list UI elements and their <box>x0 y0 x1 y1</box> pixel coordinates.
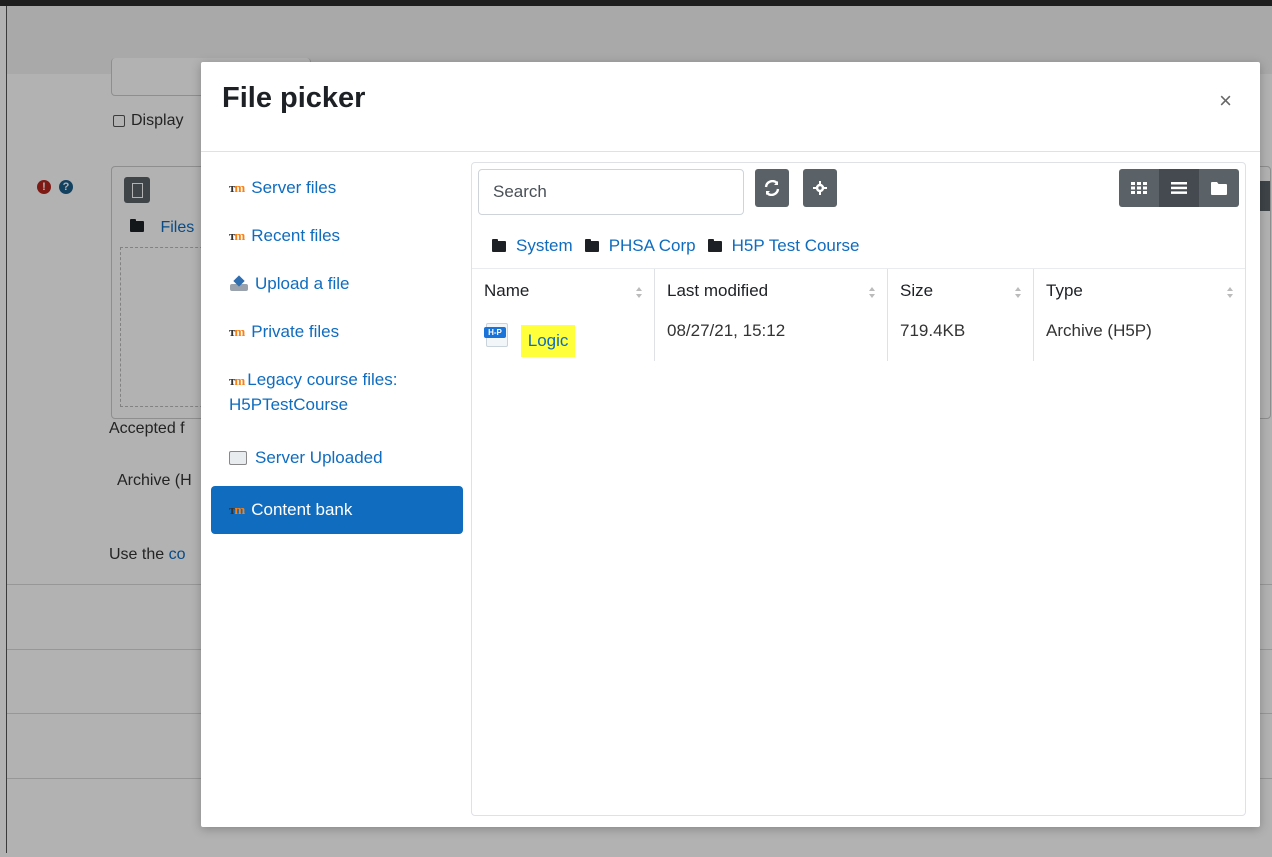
folder-view-button[interactable] <box>1199 169 1239 207</box>
last-modified-cell: 08/27/21, 15:12 <box>654 315 887 361</box>
sidebar-item-server-uploaded[interactable]: Server Uploaded <box>211 436 463 484</box>
sidebar-item-label: Private files <box>251 322 340 341</box>
breadcrumb-item[interactable]: PHSA Corp <box>584 236 696 256</box>
view-switcher <box>1119 169 1239 207</box>
breadcrumb-item[interactable]: System <box>492 236 573 256</box>
column-header-type[interactable]: Type <box>1033 269 1245 315</box>
list-view-icon <box>1171 182 1187 194</box>
sidebar-item-label: Content bank <box>251 500 353 519</box>
folder-icon <box>707 238 722 252</box>
breadcrumb-item[interactable]: H5P Test Course <box>707 236 860 256</box>
breadcrumb: System PHSA Corp H5P Test Course <box>492 236 864 256</box>
moodle-icon: ᴛm <box>229 502 245 517</box>
type-cell: Archive (H5P) <box>1033 315 1245 361</box>
dialog-header: File picker × <box>201 62 1260 152</box>
file-picker-dialog: File picker × ᴛm Server files ᴛm Recent … <box>201 62 1260 827</box>
file-name-cell: H-P Logic <box>472 315 654 361</box>
column-header-name[interactable]: Name <box>472 269 654 315</box>
folder-icon <box>492 238 506 252</box>
refresh-icon <box>764 180 780 196</box>
gear-icon <box>813 181 827 195</box>
sidebar-item-server-files[interactable]: ᴛm Server files <box>211 166 463 214</box>
list-view-button[interactable] <box>1159 169 1199 207</box>
h5p-file-icon: H-P <box>484 321 510 349</box>
sidebar-item-label: Server Uploaded <box>255 448 383 467</box>
server-icon <box>229 451 247 465</box>
size-cell: 719.4KB <box>887 315 1033 361</box>
settings-button[interactable] <box>803 169 837 207</box>
sidebar-item-private-files[interactable]: ᴛm Private files <box>211 310 463 358</box>
column-header-size[interactable]: Size <box>887 269 1033 315</box>
sort-icon <box>869 287 875 299</box>
repository-sidebar: ᴛm Server files ᴛm Recent files Upload a… <box>211 166 463 534</box>
table-row[interactable]: H-P Logic 08/27/21, 15:12 719.4KB Archiv… <box>472 315 1245 361</box>
table-header-row: Name Last modified Size Type <box>472 269 1245 315</box>
moodle-icon: ᴛm <box>229 324 245 339</box>
column-header-last-modified[interactable]: Last modified <box>654 269 887 315</box>
sidebar-item-label: ᴛm Legacy course files: H5PTestCourse <box>229 370 398 414</box>
file-browser-panel: System PHSA Corp H5P Test Course Name <box>471 162 1246 816</box>
file-toolbar: System PHSA Corp H5P Test Course <box>472 163 1245 269</box>
sort-icon <box>1015 287 1021 299</box>
sort-icon <box>1227 287 1233 299</box>
refresh-button[interactable] <box>755 169 789 207</box>
sidebar-item-label: Recent files <box>251 226 341 245</box>
grid-view-button[interactable] <box>1119 169 1159 207</box>
moodle-icon: ᴛm <box>229 373 245 388</box>
sort-icon <box>636 287 642 299</box>
moodle-icon: ᴛm <box>229 228 245 243</box>
sidebar-item-legacy-course-files[interactable]: ᴛm Legacy course files: H5PTestCourse <box>211 358 463 436</box>
file-table: Name Last modified Size Type H-P Logic 0… <box>472 269 1245 361</box>
close-button[interactable]: × <box>1219 90 1232 112</box>
grid-view-icon <box>1131 182 1147 194</box>
upload-icon <box>229 276 249 292</box>
sidebar-item-content-bank[interactable]: ᴛm Content bank <box>211 486 463 534</box>
folder-view-icon <box>1211 181 1227 195</box>
sidebar-item-upload-a-file[interactable]: Upload a file <box>211 262 463 310</box>
dialog-title: File picker <box>222 82 366 114</box>
folder-icon <box>584 238 599 252</box>
search-input[interactable] <box>478 169 744 215</box>
sidebar-item-recent-files[interactable]: ᴛm Recent files <box>211 214 463 262</box>
sidebar-item-label: Server files <box>251 178 337 197</box>
sidebar-item-label: Upload a file <box>255 274 350 293</box>
moodle-icon: ᴛm <box>229 180 245 195</box>
file-name-link[interactable]: Logic <box>520 325 576 357</box>
